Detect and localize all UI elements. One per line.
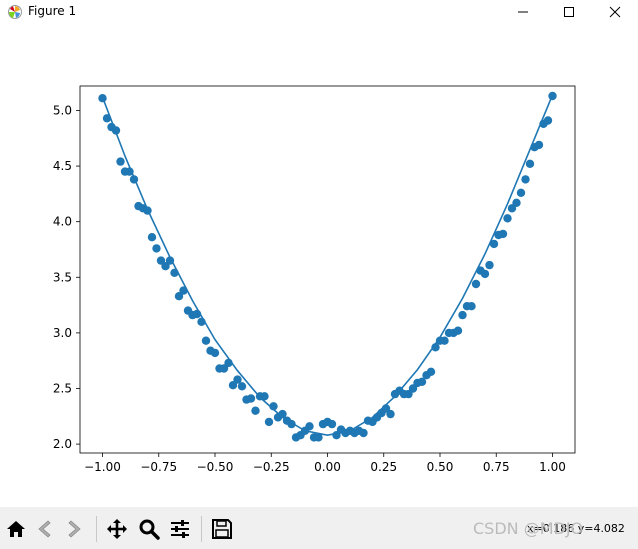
scatter-point [147,233,157,242]
x-tick-label: 0.00 [314,460,341,474]
scatter-point [543,116,553,125]
home-button[interactable] [3,516,29,542]
x-tick-label: 0.25 [370,460,397,474]
scatter-point [287,419,296,429]
watermark: CSDN @MDJO [473,519,584,538]
window-title: Figure 1 [28,4,77,18]
forward-arrow-icon [68,520,81,538]
scatter-point [201,336,211,345]
scatter-point [102,114,112,123]
scatter-point [521,175,530,184]
x-tick-label: −1.00 [84,460,121,474]
navigation-toolbar: x=0.186 y=4.082 CSDN @MDJO [0,507,638,549]
back-button[interactable] [32,516,58,542]
scatter-point [314,433,323,442]
scatter-point [467,302,476,311]
scatter-point [269,402,278,411]
scatter-point [251,406,260,415]
scatter-point [534,140,544,150]
scatter-point [98,94,107,103]
scatter-point [197,317,206,326]
scatter-point [111,126,121,135]
scatter-point [246,394,256,403]
y-tick-label: 4.5 [53,159,72,173]
x-tick-label: −0.75 [140,460,177,474]
scatter-point [485,260,494,270]
back-arrow-icon [38,520,51,538]
scatter-point [327,419,337,429]
maximize-button[interactable] [546,0,592,24]
y-tick-label: 3.5 [53,270,72,284]
scatter-point [440,336,449,345]
close-icon [609,6,621,18]
scatter-point [453,326,463,335]
home-icon [7,521,25,537]
zoom-button[interactable] [136,516,162,542]
scatter-point [192,309,202,319]
y-tick-label: 5.0 [53,103,72,117]
close-button[interactable] [592,0,638,24]
scatter-point [210,348,220,358]
scatter-point [471,279,481,289]
minimize-button[interactable] [500,0,546,24]
floppy-disk-icon [212,519,232,539]
y-tick-label: 2.5 [53,381,72,395]
pan-arrows-icon [107,519,127,539]
x-tick-label: −0.25 [253,460,290,474]
x-tick-label: 0.50 [427,460,454,474]
scatter-point [458,310,467,320]
y-tick-label: 2.0 [53,437,72,451]
scatter-point [165,256,175,265]
scatter-point [359,428,368,438]
scatter-point [116,157,125,166]
x-tick-label: 0.75 [483,460,510,474]
scatter-point [224,358,233,368]
scatter-point [498,229,508,239]
matplotlib-logo-icon [8,5,22,19]
save-button[interactable] [209,516,235,542]
plot-area: −1.00 −0.75 −0.50 −0.25 0.00 0.25 0.50 0.75 1.00… [53,85,576,474]
scatter-point [525,159,535,168]
scatter-point [152,244,161,253]
scatter-point [143,206,152,215]
scatter-point [129,175,139,184]
scatter-point [516,188,526,197]
window-titlebar: Figure 1 [0,0,638,24]
scatter-point [512,198,521,207]
forward-button[interactable] [61,516,87,542]
scatter-point [170,268,179,277]
scatter-point [125,167,134,176]
sliders-icon [171,520,189,538]
toolbar-separator [201,516,202,542]
subplots-button[interactable] [167,516,193,542]
minimize-icon [518,11,528,13]
magnifier-icon [139,519,160,540]
scatter-point [260,392,269,401]
axes-frame [79,85,576,454]
pan-button[interactable] [104,516,130,542]
y-tick-label: 3.0 [53,326,72,340]
toolbar-separator [96,516,97,542]
scatter-point [503,214,512,223]
figure-canvas[interactable]: −1.00 −0.75 −0.50 −0.25 0.00 0.25 0.50 0.75 1.00… [0,24,638,507]
maximize-icon [564,7,574,17]
scatter-point [179,286,188,295]
scatter-point [237,382,247,391]
scatter-point [489,239,499,249]
y-tick-label: 4.0 [53,215,72,229]
x-tick-label: 1.00 [539,460,566,474]
x-tick-label: −0.50 [197,460,234,474]
scatter-point [386,409,395,419]
scatter-point [264,417,274,427]
scatter-point [426,367,436,376]
scatter-point [305,422,314,431]
scatter-point [480,269,490,279]
scatter-point [548,91,557,101]
